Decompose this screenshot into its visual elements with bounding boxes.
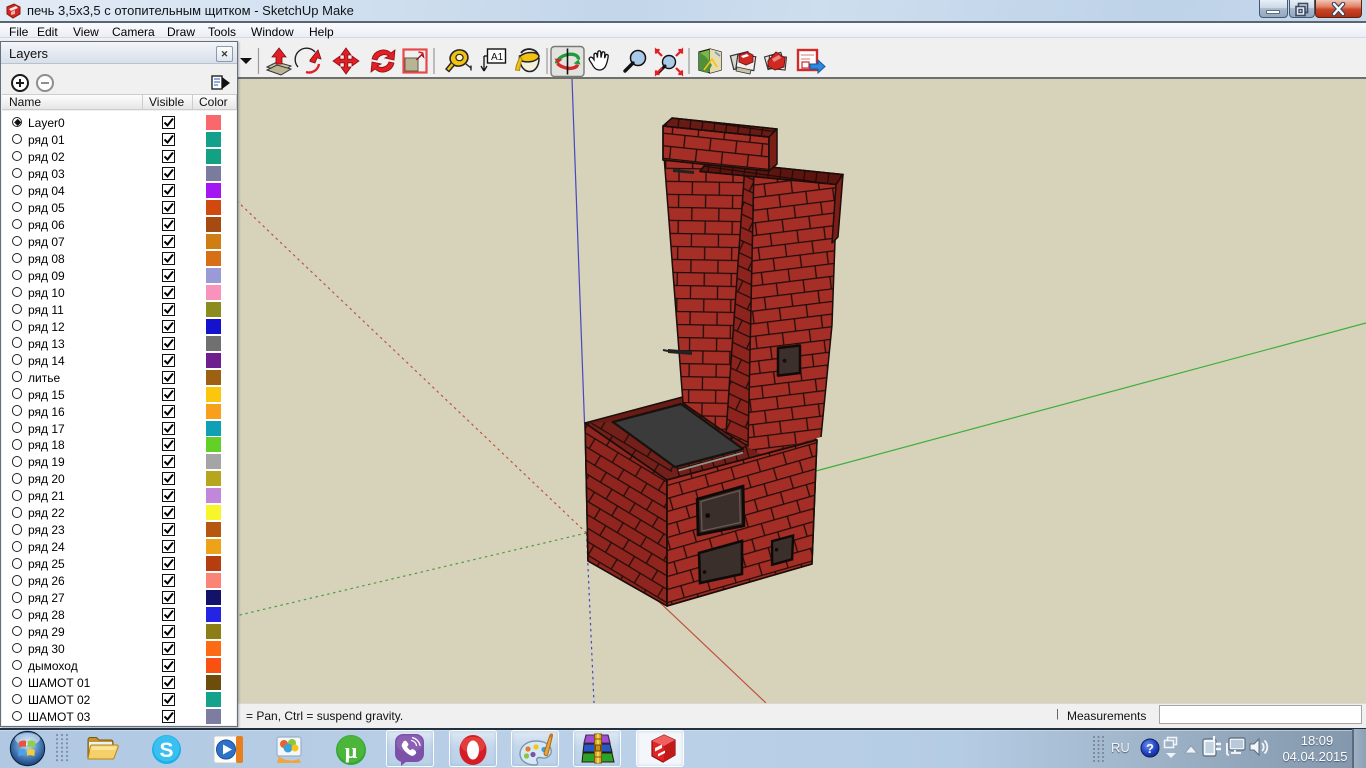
svg-text:μ: μ: [345, 738, 358, 763]
svg-text:A1: A1: [491, 52, 504, 63]
svg-text:S: S: [159, 739, 173, 762]
svg-text:?: ?: [1146, 741, 1154, 756]
